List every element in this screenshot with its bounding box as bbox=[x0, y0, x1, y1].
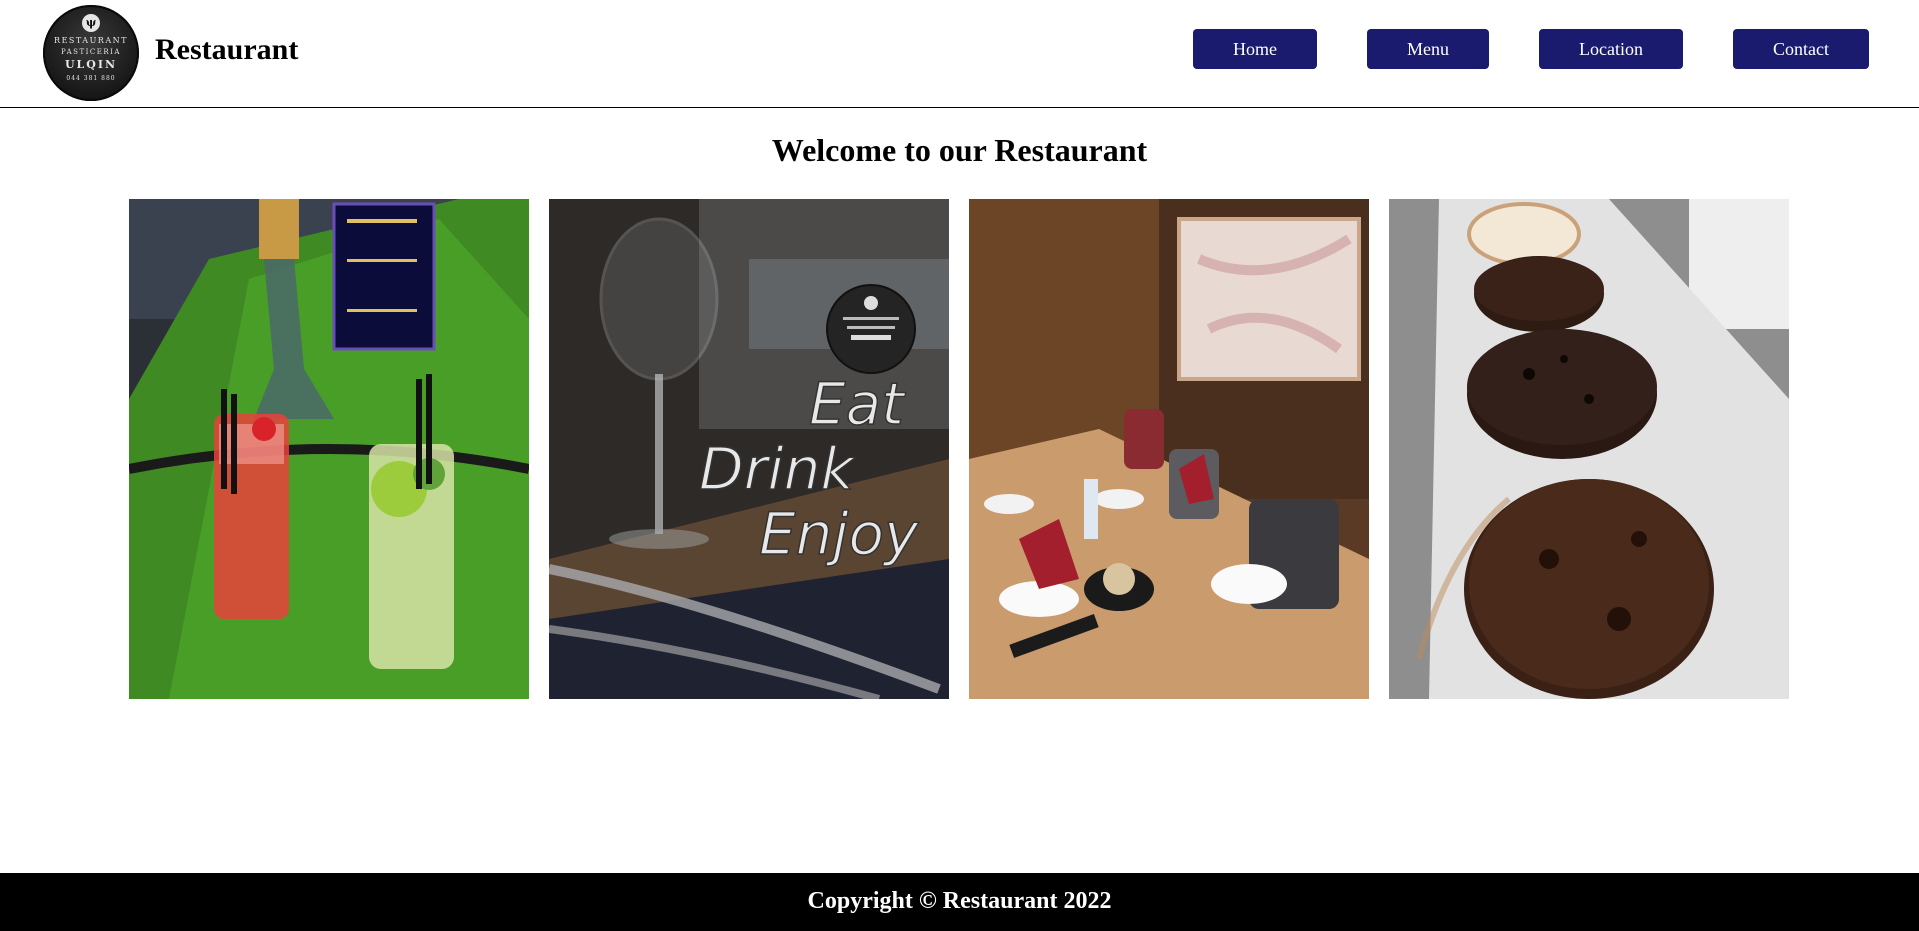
overlay-eat: Eat bbox=[809, 370, 906, 438]
gallery-image-eat-drink-enjoy[interactable]: Eat Drink Enjoy bbox=[549, 199, 949, 699]
logo-line-3: ULQIN bbox=[64, 58, 118, 71]
gallery-image-cakes[interactable] bbox=[1389, 199, 1789, 699]
logo-line-1: RESTAURANT bbox=[54, 36, 128, 45]
gallery-image-dining-table[interactable] bbox=[969, 199, 1369, 699]
nav-contact-button[interactable]: Contact bbox=[1733, 29, 1869, 69]
overlay-drink: Drink bbox=[699, 435, 856, 503]
dining-table-photo bbox=[969, 199, 1369, 699]
logo-line-4: 044 381 880 bbox=[66, 75, 116, 82]
nav-location-button[interactable]: Location bbox=[1539, 29, 1683, 69]
wine-glass-photo: Eat Drink Enjoy bbox=[549, 199, 949, 699]
logo-line-2: PASTICERIA bbox=[61, 48, 121, 56]
nav-menu-button[interactable]: Menu bbox=[1367, 29, 1489, 69]
nav-home-button[interactable]: Home bbox=[1193, 29, 1317, 69]
fork-knife-icon: ψ bbox=[82, 14, 100, 32]
overlay-enjoy: Enjoy bbox=[759, 500, 919, 568]
cocktails-photo bbox=[129, 199, 529, 699]
site-title: Restaurant bbox=[155, 33, 299, 66]
copyright-text: Copyright © Restaurant 2022 bbox=[807, 888, 1112, 914]
gallery-image-cocktails[interactable] bbox=[129, 199, 529, 699]
cakes-photo bbox=[1389, 199, 1789, 699]
restaurant-logo[interactable]: ψ RESTAURANT PASTICERIA ULQIN 044 381 88… bbox=[43, 5, 139, 101]
welcome-heading: Welcome to our Restaurant bbox=[771, 132, 1148, 168]
site-header: ψ RESTAURANT PASTICERIA ULQIN 044 381 88… bbox=[0, 0, 1919, 108]
site-footer: Copyright © Restaurant 2022 bbox=[0, 873, 1919, 931]
